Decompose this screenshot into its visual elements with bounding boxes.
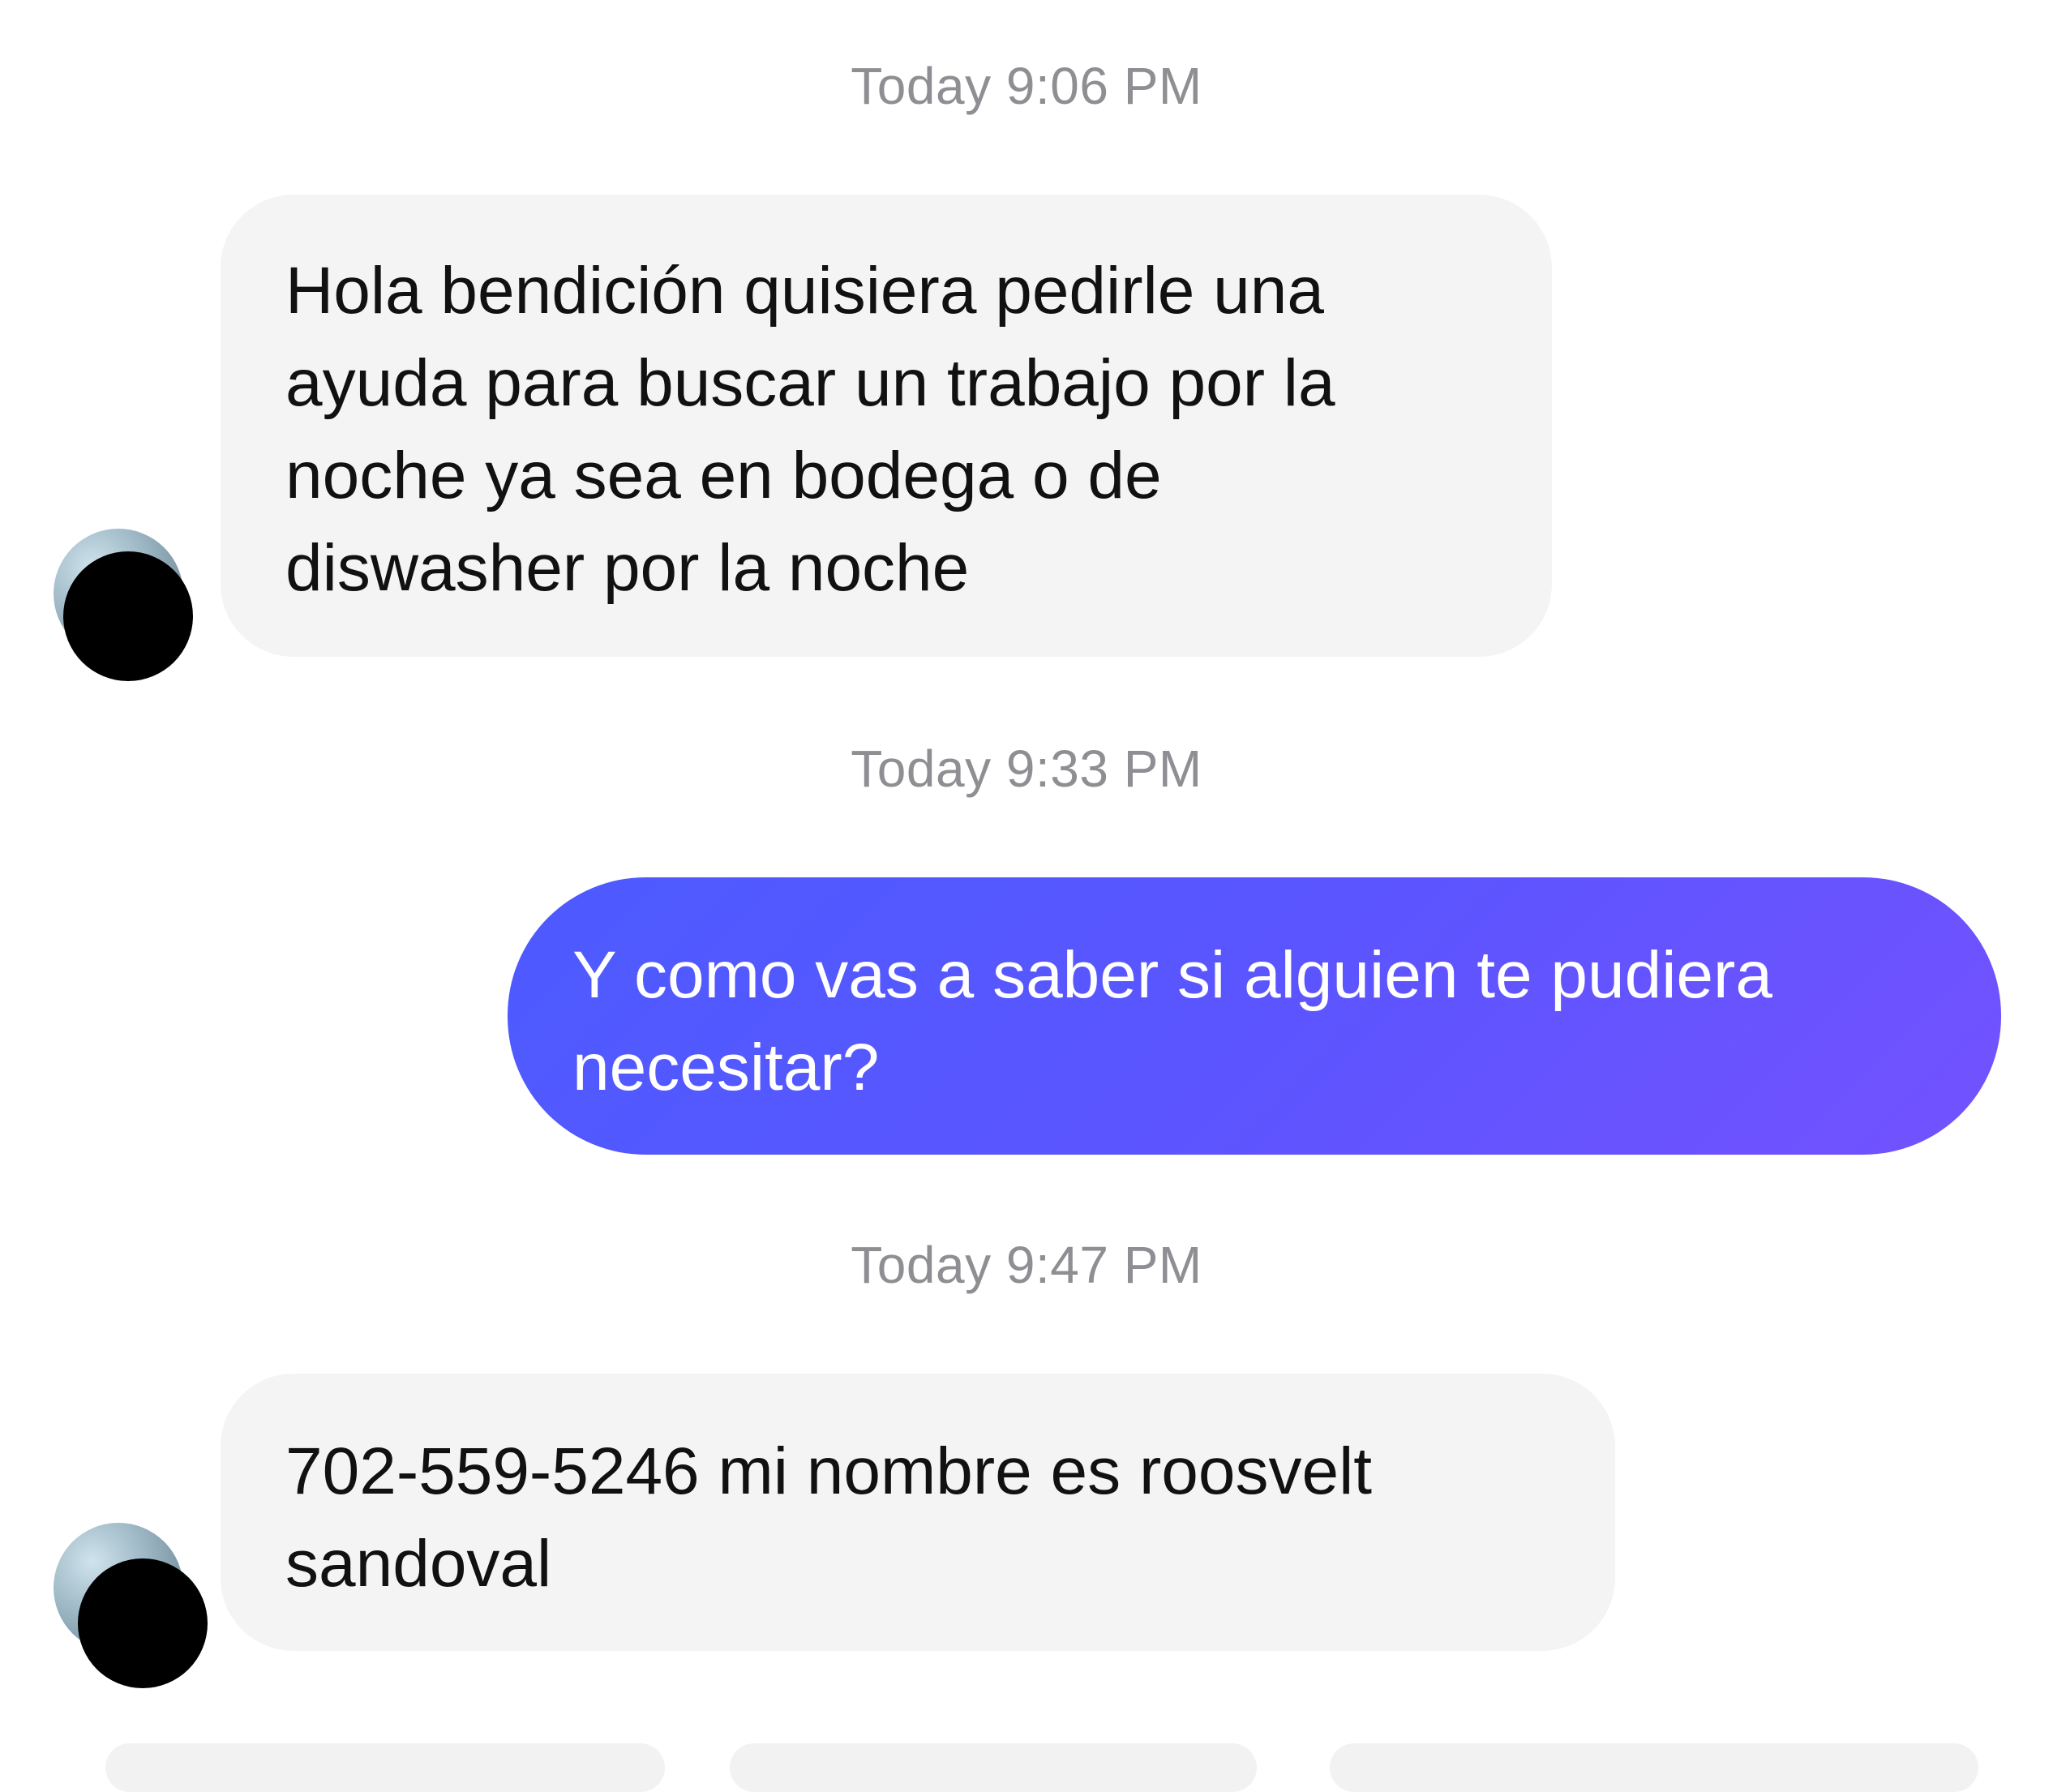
avatar-redaction	[63, 551, 193, 681]
incoming-message-bubble[interactable]: Hola bendición quisiera pedirle una ayud…	[221, 195, 1552, 657]
sender-avatar[interactable]	[54, 1523, 208, 1688]
incoming-message-bubble[interactable]: 702-559-5246 mi nombre es roosvelt sando…	[221, 1374, 1615, 1651]
avatar-redaction	[78, 1558, 208, 1688]
message-timestamp: Today 9:33 PM	[851, 740, 1202, 798]
message-timestamp: Today 9:06 PM	[851, 57, 1202, 115]
quick-reply-chip[interactable]	[105, 1743, 665, 1792]
quick-reply-chip[interactable]	[1330, 1743, 1978, 1792]
sender-avatar[interactable]	[54, 529, 193, 681]
outgoing-message-bubble[interactable]: Y como vas a saber si alguien te pudiera…	[508, 877, 2001, 1155]
message-timestamp: Today 9:47 PM	[851, 1236, 1202, 1294]
quick-reply-chip[interactable]	[730, 1743, 1257, 1792]
